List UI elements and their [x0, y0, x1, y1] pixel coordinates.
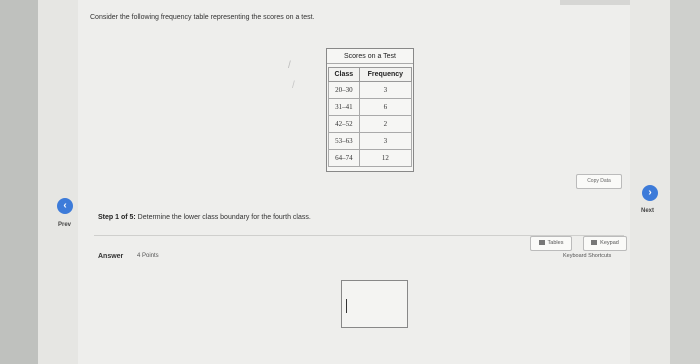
column-header-frequency: Frequency [358, 67, 413, 82]
class-cell: 53–63 [328, 132, 360, 150]
frequency-cell: 6 [358, 98, 413, 116]
table-row: 31–41 6 [328, 98, 413, 116]
points-label: 4 Points [137, 253, 159, 259]
chevron-right-icon: › [648, 187, 652, 198]
prev-button[interactable]: ‹ [57, 198, 73, 214]
column-header-class: Class [328, 67, 360, 82]
table-row: 64–74 12 [328, 149, 413, 167]
table-title: Scores on a Test [327, 49, 413, 64]
frequency-cell: 3 [358, 81, 413, 99]
chevron-left-icon: ‹ [63, 200, 67, 211]
pen-mark-decoration: / [288, 60, 291, 71]
right-margin [670, 0, 700, 364]
tables-label: Tables [547, 240, 564, 246]
question-text: Consider the following frequency table r… [90, 14, 315, 21]
next-label[interactable]: Next [641, 208, 654, 214]
step-prefix: Step 1 of 5: [98, 214, 136, 221]
frequency-table: Scores on a Test Class Frequency 20–30 3… [326, 48, 414, 172]
frequency-grid: Class Frequency 20–30 3 31–41 6 42–52 2 … [328, 67, 413, 167]
keypad-label: Keypad [600, 240, 619, 246]
left-margin [0, 0, 38, 364]
left-nav-rail [38, 0, 78, 364]
class-cell: 42–52 [328, 115, 360, 133]
top-strip [560, 0, 630, 5]
text-caret [346, 299, 347, 313]
class-cell: 20–30 [328, 81, 360, 99]
pen-mark-decoration: / [292, 80, 295, 91]
table-icon [538, 240, 545, 246]
frequency-cell: 12 [358, 149, 413, 167]
table-row: 42–52 2 [328, 115, 413, 133]
step-text: Determine the lower class boundary for t… [135, 214, 311, 221]
table-header-row: Class Frequency [328, 67, 413, 82]
prev-label[interactable]: Prev [58, 222, 71, 228]
class-cell: 64–74 [328, 149, 360, 167]
class-cell: 31–41 [328, 98, 360, 116]
answer-input[interactable] [341, 280, 408, 328]
table-row: 20–30 3 [328, 81, 413, 99]
tables-button[interactable]: Tables [530, 236, 572, 251]
keypad-icon [591, 240, 598, 246]
table-row: 53–63 3 [328, 132, 413, 150]
step-instruction: Step 1 of 5: Determine the lower class b… [98, 214, 311, 221]
frequency-cell: 3 [358, 132, 413, 150]
keyboard-shortcuts-link[interactable]: Keyboard Shortcuts [563, 253, 611, 259]
right-nav-rail [630, 0, 670, 364]
keypad-button[interactable]: Keypad [583, 236, 627, 251]
answer-label: Answer [98, 253, 124, 260]
frequency-cell: 2 [358, 115, 413, 133]
copy-data-button[interactable]: Copy Data [576, 174, 622, 189]
next-button[interactable]: › [642, 185, 658, 201]
